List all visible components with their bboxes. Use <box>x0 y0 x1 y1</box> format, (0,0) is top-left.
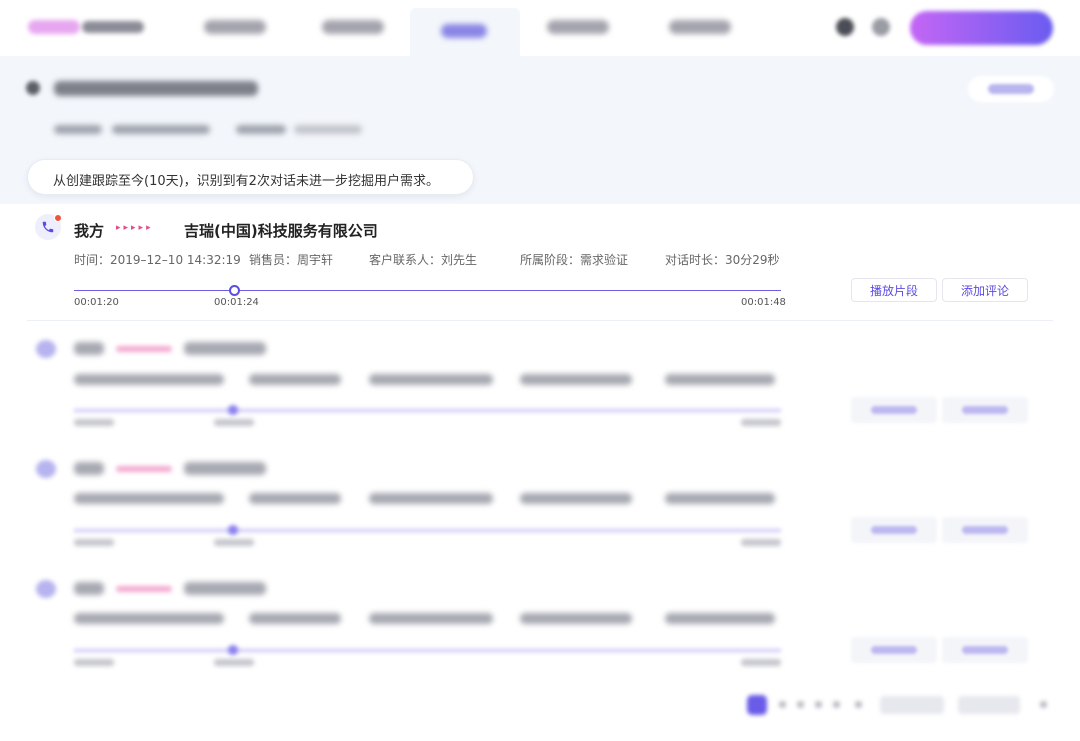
blurred-text <box>249 493 341 504</box>
phone-icon <box>36 340 56 358</box>
nav-item-4[interactable] <box>547 20 609 34</box>
blurred-text <box>184 582 266 595</box>
playback-track <box>74 529 781 532</box>
settings-icon[interactable] <box>872 18 890 36</box>
record-party-self: 我方 <box>74 222 105 240</box>
blurred-timestamp <box>741 659 781 666</box>
blurred-timestamp <box>741 419 781 426</box>
playback-track <box>74 409 781 412</box>
notification-dot-icon <box>54 214 62 222</box>
playback-thumb <box>228 645 238 655</box>
page-title-blurred <box>54 81 258 96</box>
blurred-play-button[interactable] <box>851 637 937 663</box>
pagination-page-active[interactable] <box>747 695 767 715</box>
blurred-timestamp <box>74 539 114 546</box>
blurred-comment-button[interactable] <box>942 397 1028 423</box>
playback-track[interactable] <box>74 290 781 291</box>
record-stage: 所属阶段：需求验证 <box>520 253 629 267</box>
timestamp-current: 00:01:24 <box>214 297 259 308</box>
blurred-text <box>74 462 104 475</box>
nav-item-1[interactable] <box>204 20 266 34</box>
play-segment-button[interactable]: 播放片段 <box>851 278 937 302</box>
nav-item-3-active[interactable] <box>441 24 487 38</box>
playback-track <box>74 649 781 652</box>
record-salesperson: 销售员：周宇轩 <box>249 253 334 267</box>
blurred-text <box>665 613 775 624</box>
primary-action-button[interactable] <box>910 11 1053 45</box>
insight-notice-text: 从创建跟踪至今(10天)，识别到有2次对话未进一步挖掘用户需求。 <box>53 174 439 189</box>
blurred-timestamp <box>74 659 114 666</box>
pagination-page[interactable] <box>779 701 786 708</box>
timestamp-end: 00:01:48 <box>741 297 786 308</box>
pagination-next[interactable] <box>855 701 862 708</box>
blurred-timestamp <box>74 419 114 426</box>
blurred-text <box>369 613 493 624</box>
nav-item-2[interactable] <box>322 20 384 34</box>
playback-thumb[interactable] <box>229 285 240 296</box>
blurred-timestamp <box>741 539 781 546</box>
blurred-text <box>74 342 104 355</box>
blurred-text <box>369 374 493 385</box>
goto-page-input[interactable] <box>958 696 1020 714</box>
blurred-text <box>74 374 224 385</box>
timestamp-start: 00:01:20 <box>74 297 119 308</box>
record-contact: 客户联系人：刘先生 <box>369 253 478 267</box>
record-divider <box>27 320 1053 321</box>
header-meta-3-blurred <box>236 125 286 134</box>
blurred-record-1 <box>0 330 1080 440</box>
blurred-record-2 <box>0 450 1080 560</box>
phone-icon <box>36 460 56 478</box>
blurred-text <box>369 493 493 504</box>
app-logo[interactable] <box>28 18 146 36</box>
phone-icon <box>35 214 62 240</box>
pagination-page[interactable] <box>833 701 840 708</box>
page-size-select[interactable] <box>880 696 944 714</box>
direction-arrows-icon <box>116 346 172 352</box>
blurred-text <box>184 342 266 355</box>
top-navigation <box>0 0 1080 56</box>
blurred-text <box>665 493 775 504</box>
blurred-timestamp <box>214 419 254 426</box>
direction-arrows-icon: ▸▸▸▸▸ <box>116 223 154 233</box>
blurred-text <box>74 582 104 595</box>
header-meta-4-blurred <box>294 125 362 134</box>
blurred-comment-button[interactable] <box>942 517 1028 543</box>
blurred-text <box>74 493 224 504</box>
header-action-button[interactable] <box>968 76 1054 102</box>
blurred-text <box>665 374 775 385</box>
blurred-timestamp <box>214 659 254 666</box>
add-comment-button[interactable]: 添加评论 <box>942 278 1028 302</box>
header-meta-1-blurred <box>54 125 102 134</box>
playback-thumb <box>228 525 238 535</box>
header-meta-2-blurred <box>112 125 210 134</box>
record-time: 时间：2019–12–10 14:32:19 <box>74 253 241 267</box>
blurred-text <box>520 493 632 504</box>
pagination-go[interactable] <box>1040 701 1047 708</box>
record-company-name: 吉瑞(中国)科技服务有限公司 <box>184 222 378 240</box>
insight-notice: 从创建跟踪至今(10天)，识别到有2次对话未进一步挖掘用户需求。 <box>27 159 474 195</box>
blurred-play-button[interactable] <box>851 517 937 543</box>
pagination-page[interactable] <box>815 701 822 708</box>
back-arrow-icon[interactable] <box>26 81 40 95</box>
blurred-text <box>249 613 341 624</box>
blurred-text <box>520 374 632 385</box>
blurred-record-3 <box>0 570 1080 680</box>
blurred-timestamp <box>214 539 254 546</box>
direction-arrows-icon <box>116 466 172 472</box>
blurred-text <box>249 374 341 385</box>
record-duration: 对话时长：30分29秒 <box>665 253 780 267</box>
blurred-play-button[interactable] <box>851 397 937 423</box>
pagination-page[interactable] <box>797 701 804 708</box>
direction-arrows-icon <box>116 586 172 592</box>
blurred-text <box>74 613 224 624</box>
playback-thumb <box>228 405 238 415</box>
phone-icon <box>36 580 56 598</box>
nav-item-5[interactable] <box>669 20 731 34</box>
bell-icon[interactable] <box>836 18 854 36</box>
blurred-text <box>520 613 632 624</box>
blurred-comment-button[interactable] <box>942 637 1028 663</box>
blurred-text <box>184 462 266 475</box>
